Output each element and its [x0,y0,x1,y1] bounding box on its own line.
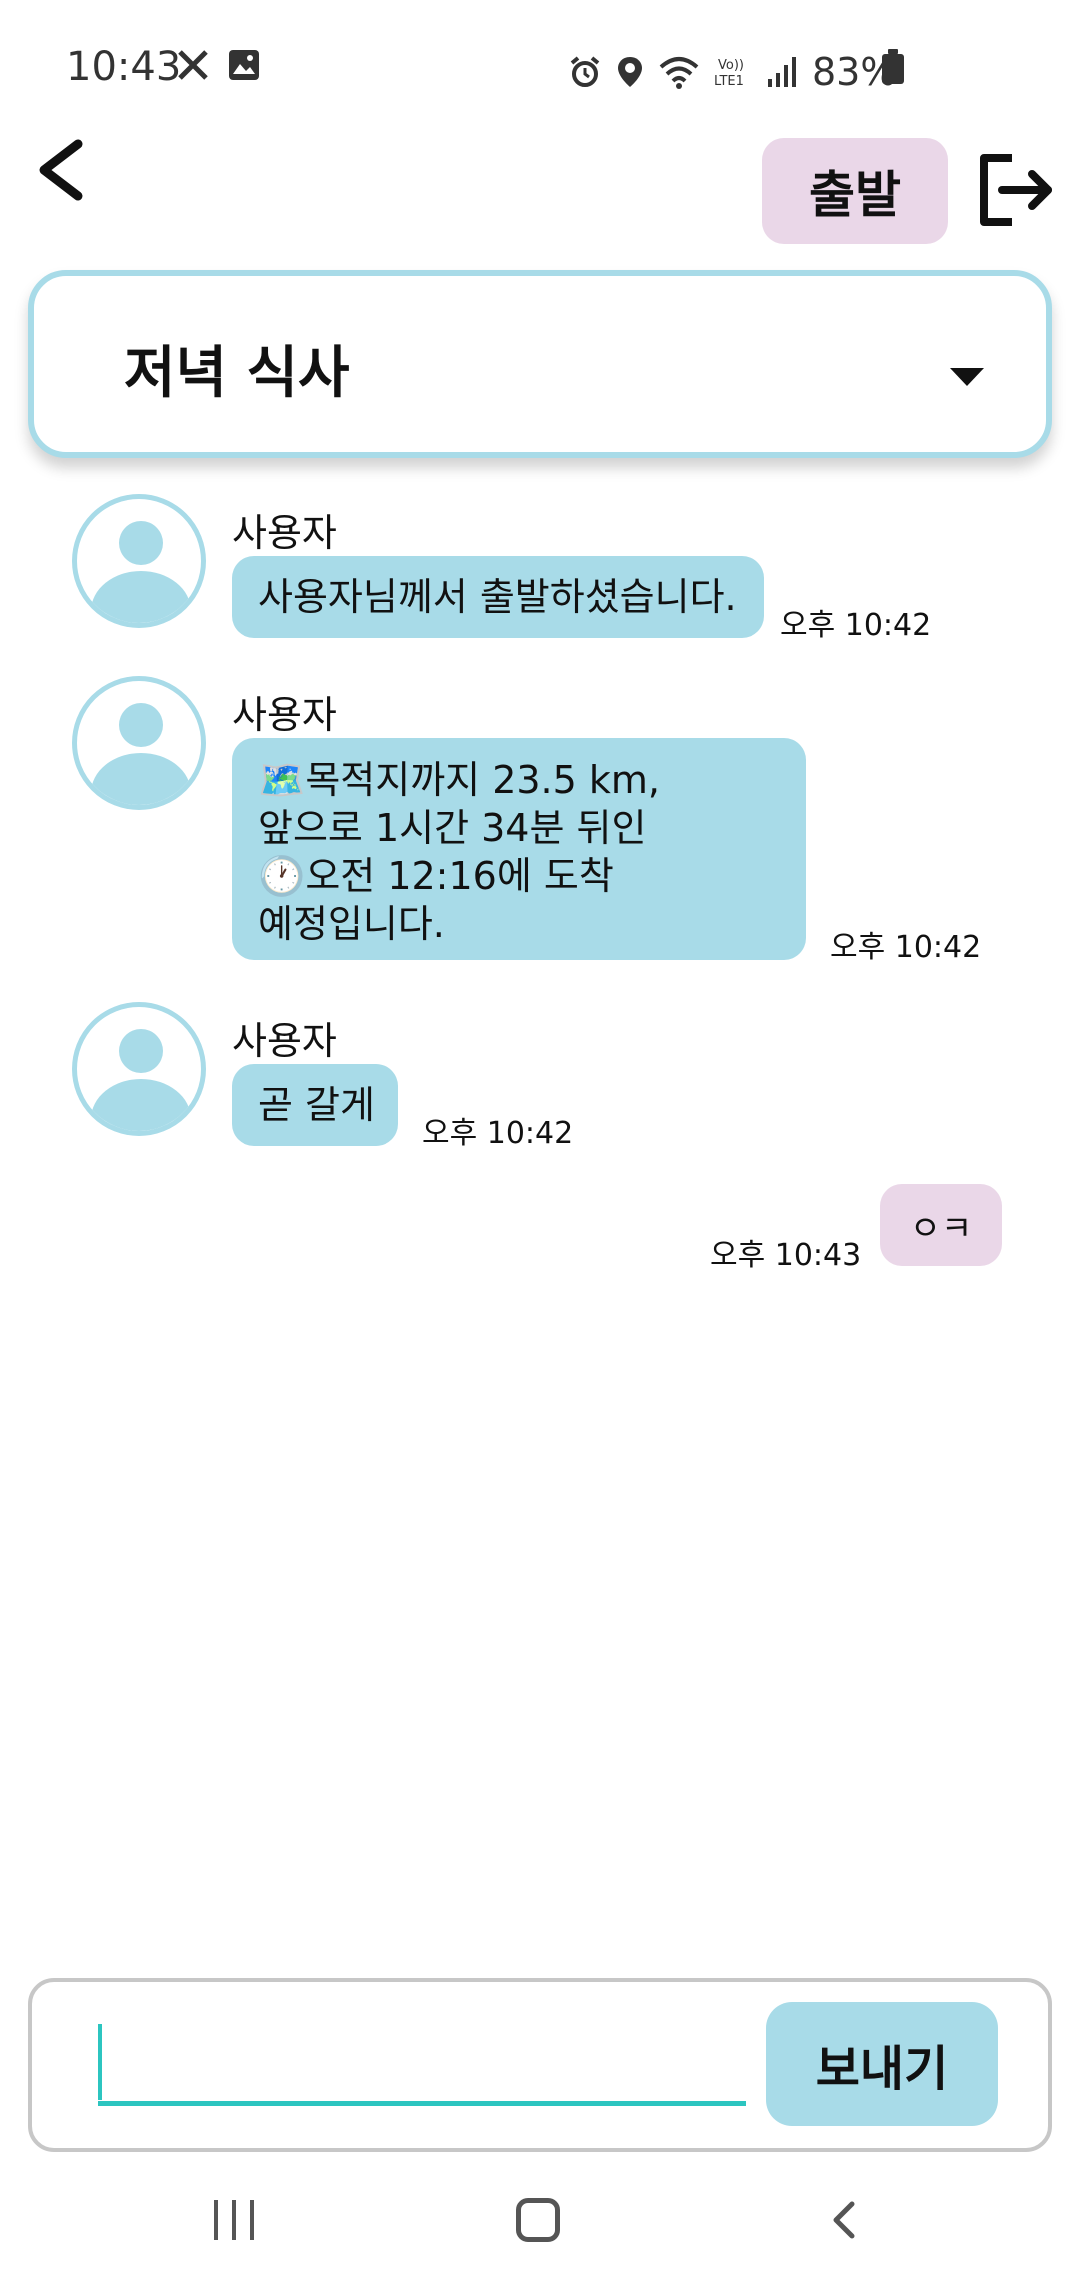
dropdown-arrow-icon [950,368,984,386]
location-icon [618,57,642,87]
text-caret [98,2024,102,2100]
room-select-value: 저녁 식사 [124,341,350,406]
sender-name: 사용자 [232,1019,337,1063]
wifi-icon [659,57,699,89]
depart-button[interactable]: 출발 [762,138,948,244]
nav-back-icon[interactable] [822,2196,870,2244]
message-line: 곧 갈게 [258,1083,375,1127]
message-composer: 보내기 [28,1978,1052,2152]
volte-icon: Vo)) LTE1 [714,58,744,89]
x-icon [178,50,208,80]
alarm-icon [570,56,600,87]
message-time: 오후 10:42 [780,608,932,643]
send-button[interactable]: 보내기 [766,2002,998,2126]
message-bubble: 곧 갈게 [232,1064,398,1146]
avatar [72,676,206,810]
status-bar: 10:43 Vo)) LTE1 83% [0,0,1080,130]
message-input[interactable] [98,2022,746,2106]
image-icon [229,50,259,80]
message-line: 🕐오전 12:16에 도착 [258,854,614,898]
svg-text:LTE1: LTE1 [714,74,744,89]
sender-name: 사용자 [232,511,337,555]
signal-icon [768,57,796,87]
message-bubble-mine: ㅇㅋ [880,1184,1002,1266]
exit-button[interactable] [972,148,1056,232]
svg-text:Vo)): Vo)) [718,58,744,73]
logout-icon [980,154,1052,226]
message-bubble: 사용자님께서 출발하셨습니다. [232,556,764,638]
room-select-dropdown[interactable]: 저녁 식사 [28,270,1052,458]
status-time: 10:43 [66,44,182,90]
avatar [72,1002,206,1136]
message-bubble: 🗺️목적지까지 23.5 km, 앞으로 1시간 34분 뒤인 🕐오전 12:1… [232,738,806,960]
recents-icon[interactable] [214,2200,258,2240]
message-time: 오후 10:42 [830,930,982,965]
battery-icon [882,49,904,84]
home-icon[interactable] [516,2198,560,2242]
message-line: 앞으로 1시간 34분 뒤인 [258,806,647,850]
message-time: 오후 10:42 [422,1116,574,1151]
message-line: 사용자님께서 출발하셨습니다. [258,575,737,619]
avatar [72,494,206,628]
message-line: 예정입니다. [258,902,445,946]
chevron-left-icon [39,139,83,201]
back-button[interactable] [30,130,100,210]
message-time: 오후 10:43 [710,1238,862,1273]
message-line: 🗺️목적지까지 23.5 km, [258,758,660,802]
system-nav-bar [0,2160,1080,2280]
sender-name: 사용자 [232,693,337,737]
